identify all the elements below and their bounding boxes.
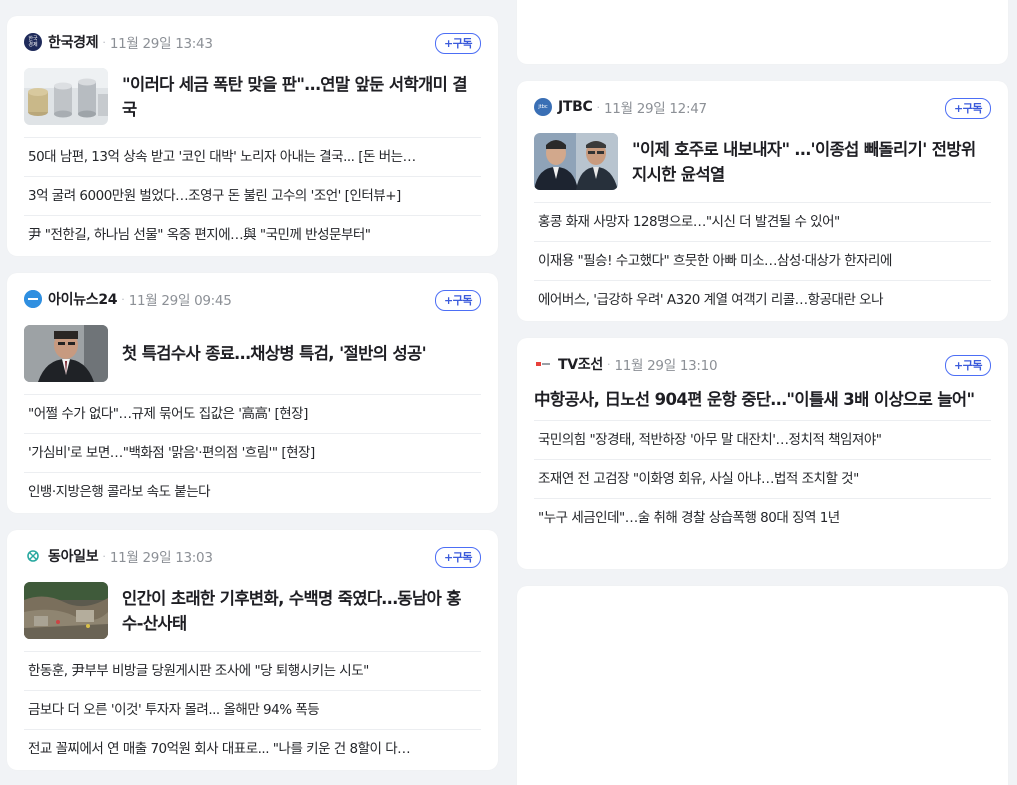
subscribe-button[interactable]: +구독	[945, 355, 991, 376]
press-card-jtbc: jtbc JTBC · 11월 29일 12:47 +구독 "이제 호주로 내보…	[517, 81, 1008, 321]
related-news-list: "어쩔 수가 없다"…규제 묶어도 집값은 '高高' [현장] '가심비'로 보…	[24, 395, 481, 511]
press-card-inews24: 아이뉴스24 · 11월 29일 09:45 +구독 첫 특검수사 종료…채상병…	[7, 273, 498, 513]
list-item[interactable]: 에어버스, '급강하 우려' A320 계열 여객기 리콜…항공대란 오나	[534, 281, 991, 319]
subscribe-button[interactable]: +구독	[435, 547, 481, 568]
press-logo-icon[interactable]: 한국 경제	[24, 33, 42, 51]
headline-link[interactable]: 中항공사, 日노선 904편 운항 중단…"이틀새 3배 이상으로 늘어"	[534, 387, 991, 421]
headline-text[interactable]: "이제 호주로 내보내자" …'이종섭 빼돌리기' 전방위 지시한 윤석열	[632, 137, 991, 187]
press-header: 아이뉴스24 · 11월 29일 09:45 +구독	[24, 273, 481, 325]
related-news-list: 50대 남편, 13억 상속 받고 '코인 대박' 노리자 아내는 결국... …	[24, 138, 481, 254]
headline-thumbnail[interactable]	[534, 133, 618, 190]
headline-thumbnail[interactable]	[24, 68, 108, 125]
press-card-donga: 동아일보 · 11월 29일 13:03 +구독 인간이 초래한 기후변화, 수…	[7, 530, 498, 770]
press-time: 11월 29일 13:10	[614, 358, 718, 374]
separator: ·	[121, 292, 125, 306]
press-name[interactable]: 한국경제	[48, 32, 99, 52]
list-item[interactable]: 한동훈, 尹부부 비방글 당원게시판 조사에 "당 퇴행시키는 시도"	[24, 652, 481, 691]
list-item[interactable]: 尹 "전한길, 하나님 선물" 옥중 편지에…與 "국민께 반성문부터"	[24, 216, 481, 254]
press-time: 11월 29일 09:45	[128, 293, 232, 309]
press-header: TV조선 · 11월 29일 13:10 +구독	[534, 338, 991, 390]
headline-link[interactable]: 첫 특검수사 종료…채상병 특검, '절반의 성공'	[24, 325, 481, 395]
press-card-hankyung: 한국 경제 한국경제 · 11월 29일 13:43 +구독 "이러다 세금 폭…	[7, 16, 498, 256]
separator: ·	[596, 100, 601, 114]
press-time: 11월 29일 12:47	[604, 101, 707, 117]
press-name[interactable]: JTBC	[558, 99, 593, 115]
list-item[interactable]: 전교 꼴찌에서 연 매출 70억원 회사 대표로... "나를 키운 건 8할이…	[24, 730, 481, 768]
list-item[interactable]: 조재연 전 고검장 "이화영 회유, 사실 아냐…법적 조치할 것"	[534, 460, 991, 499]
empty-card-bottom	[517, 586, 1008, 785]
headline-text[interactable]: 中항공사, 日노선 904편 운항 중단…"이틀새 3배 이상으로 늘어"	[534, 387, 975, 412]
list-item[interactable]: '가심비'로 보면…"백화점 '맑음'·편의점 '흐림'" [현장]	[24, 434, 481, 473]
headline-text[interactable]: 첫 특검수사 종료…채상병 특검, '절반의 성공'	[122, 341, 427, 366]
subscribe-button[interactable]: +구독	[435, 33, 481, 54]
press-header: jtbc JTBC · 11월 29일 12:47 +구독	[534, 81, 991, 133]
press-logo-icon[interactable]	[24, 290, 42, 308]
separator: ·	[102, 549, 106, 563]
list-item[interactable]: "어쩔 수가 없다"…규제 묶어도 집값은 '高高' [현장]	[24, 395, 481, 434]
press-time: 11월 29일 13:03	[109, 550, 213, 566]
press-name[interactable]: TV조선	[558, 354, 603, 374]
subscribe-button[interactable]: +구독	[945, 98, 991, 119]
list-item[interactable]: 국민의힘 "장경태, 적반하장 '아무 말 대잔치'…정치적 책임져야"	[534, 421, 991, 460]
headline-thumbnail[interactable]	[24, 582, 108, 639]
press-card-tvchosun: TV조선 · 11월 29일 13:10 +구독 中항공사, 日노선 904편 …	[517, 338, 1008, 569]
press-name[interactable]: 아이뉴스24	[48, 289, 118, 309]
list-item[interactable]: "누구 세금인데"…술 취해 경찰 상습폭행 80대 징역 1년	[534, 499, 991, 537]
list-item[interactable]: 금보다 더 오른 '이것' 투자자 몰려... 올해만 94% 폭등	[24, 691, 481, 730]
headline-text[interactable]: "이러다 세금 폭탄 맞을 판"…연말 앞둔 서학개미 결국	[122, 72, 481, 122]
press-header: 한국 경제 한국경제 · 11월 29일 13:43 +구독	[24, 16, 481, 68]
headline-text[interactable]: 인간이 초래한 기후변화, 수백명 죽였다…동남아 홍수-산사태	[122, 586, 481, 636]
empty-card-top	[517, 0, 1008, 64]
press-time: 11월 29일 13:43	[109, 36, 213, 52]
list-item[interactable]: 인뱅·지방은행 콜라보 속도 붙는다	[24, 473, 481, 511]
separator: ·	[102, 35, 106, 49]
related-news-list: 국민의힘 "장경태, 적반하장 '아무 말 대잔치'…정치적 책임져야" 조재연…	[534, 421, 991, 537]
related-news-list: 홍콩 화재 사망자 128명으로…"시신 더 발견될 수 있어" 이재용 "필승…	[534, 203, 991, 319]
headline-thumbnail[interactable]	[24, 325, 108, 382]
press-logo-icon[interactable]	[534, 355, 552, 373]
press-logo-icon[interactable]	[24, 547, 42, 565]
separator: ·	[606, 357, 611, 371]
list-item[interactable]: 이재용 "필승! 수고했다" 흐뭇한 아빠 미소…삼성·대상가 한자리에	[534, 242, 991, 281]
list-item[interactable]: 홍콩 화재 사망자 128명으로…"시신 더 발견될 수 있어"	[534, 203, 991, 242]
list-item[interactable]: 3억 굴려 6000만원 벌었다…조영구 돈 불린 고수의 '조언' [인터뷰+…	[24, 177, 481, 216]
subscribe-button[interactable]: +구독	[435, 290, 481, 311]
list-item[interactable]: 50대 남편, 13억 상속 받고 '코인 대박' 노리자 아내는 결국... …	[24, 138, 481, 177]
related-news-list: 한동훈, 尹부부 비방글 당원게시판 조사에 "당 퇴행시키는 시도" 금보다 …	[24, 652, 481, 768]
headline-link[interactable]: "이제 호주로 내보내자" …'이종섭 빼돌리기' 전방위 지시한 윤석열	[534, 133, 991, 203]
press-logo-icon[interactable]: jtbc	[534, 98, 552, 116]
press-header: 동아일보 · 11월 29일 13:03 +구독	[24, 530, 481, 582]
headline-link[interactable]: "이러다 세금 폭탄 맞을 판"…연말 앞둔 서학개미 결국	[24, 68, 481, 138]
headline-link[interactable]: 인간이 초래한 기후변화, 수백명 죽였다…동남아 홍수-산사태	[24, 582, 481, 652]
press-name[interactable]: 동아일보	[48, 546, 99, 566]
